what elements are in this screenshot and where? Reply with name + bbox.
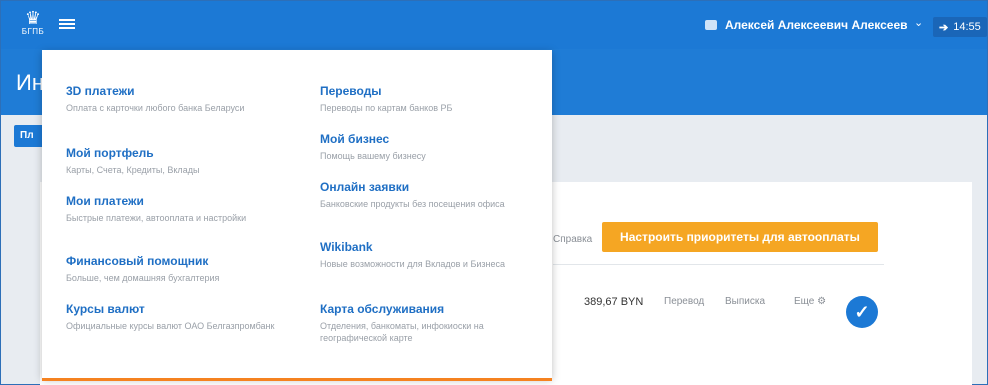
menu-item-title: Онлайн заявки (320, 180, 410, 194)
menu-item-service-map[interactable]: Карта обслуживания Отделения, банкоматы,… (320, 302, 530, 344)
autopay-priorities-button[interactable]: Настроить приоритеты для автооплаты (602, 222, 878, 252)
main-menu-dropdown: 3D платежи Оплата с карточки любого банк… (42, 50, 552, 381)
menu-item-payments[interactable]: Мои платежи Быстрые платежи, автооплата … (66, 194, 276, 224)
menu-item-title: Курсы валют (66, 302, 145, 316)
menu-item-desc: Банковские продукты без посещения офиса (320, 199, 505, 209)
menu-item-finance-helper[interactable]: Финансовый помощник Больше, чем домашняя… (66, 254, 276, 284)
menu-item-title: Wikibank (320, 240, 373, 254)
more-link[interactable]: Еще ⚙ (794, 296, 826, 307)
menu-item-desc: Новые возможности для Вкладов и Бизнеса (320, 259, 505, 269)
menu-item-portfolio[interactable]: Мой портфель Карты, Счета, Кредиты, Вкла… (66, 146, 276, 176)
menu-item-title: 3D платежи (66, 84, 135, 98)
divider (553, 264, 884, 265)
logout-button[interactable]: ➔ 14:55 (933, 17, 987, 37)
menu-item-title: Мои платежи (66, 194, 144, 208)
transfer-link[interactable]: Перевод (664, 296, 704, 307)
logout-icon: ➔ (939, 21, 949, 34)
bank-logo[interactable]: ♛ БГПБ (15, 9, 51, 43)
menu-item-title: Мой бизнес (320, 132, 390, 146)
menu-item-desc: Официальные курсы валют ОАО Белгазпромба… (66, 321, 275, 331)
menu-item-3d-payments[interactable]: 3D платежи Оплата с карточки любого банк… (66, 84, 276, 114)
logo-icon: ♛ (24, 8, 42, 28)
statement-link[interactable]: Выписка (725, 296, 765, 307)
menu-item-exchange-rates[interactable]: Курсы валют Официальные курсы валют ОАО … (66, 302, 276, 332)
session-time: 14:55 (953, 21, 981, 33)
top-bar: ♛ БГПБ Алексей Алексеевич Алексеев ⌄ ➔ 1… (1, 1, 987, 49)
check-icon[interactable]: ✓ (846, 296, 878, 328)
menu-item-desc: Оплата с карточки любого банка Беларуси (66, 103, 245, 113)
hamburger-icon[interactable] (59, 17, 75, 33)
user-menu[interactable]: Алексей Алексеевич Алексеев (705, 18, 908, 32)
menu-item-desc: Переводы по картам банков РБ (320, 103, 453, 113)
menu-item-business[interactable]: Мой бизнес Помощь вашему бизнесу (320, 132, 530, 162)
help-link[interactable]: Справка (553, 234, 592, 245)
account-balance: 389,67 BYN (584, 296, 644, 308)
page-title: Ин (16, 70, 44, 95)
user-card-icon (705, 20, 717, 30)
user-name: Алексей Алексеевич Алексеев (725, 18, 908, 32)
menu-item-wikibank[interactable]: Wikibank Новые возможности для Вкладов и… (320, 240, 530, 270)
menu-item-title: Карта обслуживания (320, 302, 445, 316)
menu-item-title: Переводы (320, 84, 382, 98)
menu-item-desc: Помощь вашему бизнесу (320, 151, 426, 161)
menu-item-title: Финансовый помощник (66, 254, 209, 268)
menu-item-desc: Больше, чем домашняя бухгалтерия (66, 273, 220, 283)
menu-item-desc: Отделения, банкоматы, инфокиоски на геог… (320, 321, 484, 343)
menu-item-desc: Карты, Счета, Кредиты, Вклады (66, 165, 200, 175)
logo-text: БГПБ (21, 27, 45, 36)
chevron-down-icon[interactable]: ⌄ (914, 16, 923, 29)
menu-item-desc: Быстрые платежи, автооплата и настройки (66, 213, 247, 223)
menu-item-title: Мой портфель (66, 146, 154, 160)
menu-item-transfers[interactable]: Переводы Переводы по картам банков РБ (320, 84, 530, 114)
dropdown-accent-bar (42, 378, 552, 381)
menu-item-online-requests[interactable]: Онлайн заявки Банковские продукты без по… (320, 180, 530, 210)
